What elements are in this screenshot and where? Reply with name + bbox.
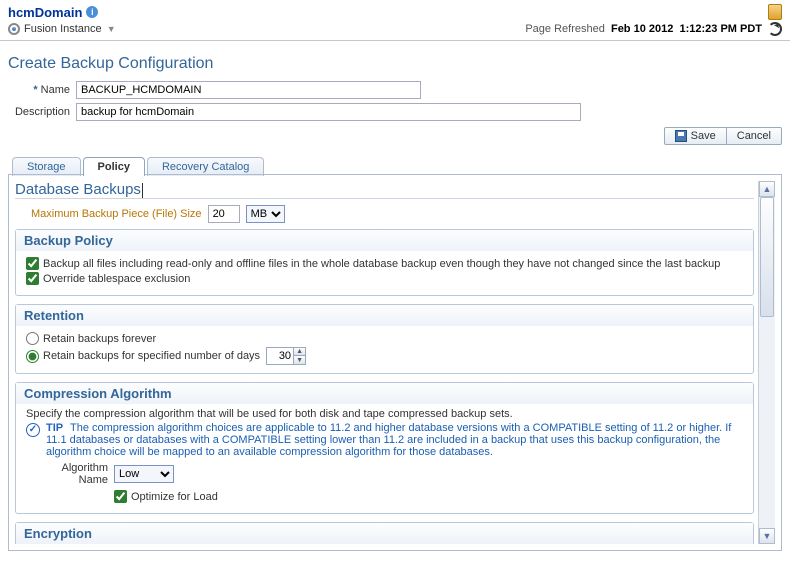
- optimize-load-label: Optimize for Load: [131, 491, 218, 503]
- retain-days-option[interactable]: Retain backups for specified number of d…: [26, 350, 260, 363]
- compression-title: Compression Algorithm: [16, 383, 753, 404]
- backup-all-files-label: Backup all files including read-only and…: [43, 258, 720, 270]
- max-piece-label: Maximum Backup Piece (File) Size: [31, 208, 202, 220]
- refresh-icon[interactable]: [768, 22, 782, 36]
- action-bar: Save Cancel: [8, 127, 782, 145]
- optimize-load-option[interactable]: Optimize for Load: [114, 490, 743, 503]
- retain-forever-label: Retain backups forever: [43, 333, 156, 345]
- save-button-label: Save: [691, 130, 716, 142]
- info-icon[interactable]: i: [86, 6, 98, 18]
- max-piece-input[interactable]: [208, 205, 240, 223]
- algorithm-label: Algorithm Name: [56, 462, 108, 486]
- override-tablespace-label: Override tablespace exclusion: [43, 273, 190, 285]
- retain-forever-radio[interactable]: [26, 332, 39, 345]
- target-type-icon: [8, 23, 20, 35]
- save-icon: [675, 130, 687, 142]
- database-backups-title: Database Backups: [15, 181, 754, 199]
- database-backups-title-text: Database Backups: [15, 181, 141, 198]
- page-refreshed-time: 1:12:23 PM PDT: [679, 23, 762, 35]
- retain-days-label: Retain backups for specified number of d…: [43, 350, 260, 362]
- backup-all-files-option[interactable]: Backup all files including read-only and…: [26, 257, 743, 270]
- tip-icon: ✓: [26, 423, 40, 437]
- page-refreshed-label: Page Refreshed: [525, 23, 605, 35]
- encryption-title: Encryption: [16, 523, 753, 544]
- fusion-instance-label: Fusion Instance: [24, 23, 102, 35]
- scroll-down-icon[interactable]: ▼: [759, 528, 775, 544]
- compression-tip: ✓ TIP The compression algorithm choices …: [26, 422, 743, 458]
- page-refreshed: Page Refreshed Feb 10 2012 1:12:23 PM PD…: [525, 23, 762, 35]
- scroll-thumb[interactable]: [760, 197, 774, 317]
- chevron-down-icon: ▼: [107, 24, 116, 34]
- encryption-section: Encryption Disk Settings Do not encrypt …: [15, 522, 754, 544]
- description-label: Description: [8, 106, 76, 118]
- main-content: Create Backup Configuration Name Descrip…: [0, 41, 790, 552]
- fusion-instance-menu[interactable]: Fusion Instance ▼: [24, 23, 116, 35]
- retain-days-spinner[interactable]: ▲ ▼: [266, 347, 306, 365]
- page-header: hcmDomain i Fusion Instance ▼ Page Refre…: [0, 0, 790, 41]
- domain-title[interactable]: hcmDomain: [8, 5, 82, 20]
- cancel-button[interactable]: Cancel: [726, 127, 782, 145]
- tab-strip: Storage Policy Recovery Catalog: [8, 151, 782, 175]
- name-input[interactable]: [76, 81, 421, 99]
- algorithm-select[interactable]: Low: [114, 465, 174, 483]
- save-button[interactable]: Save: [664, 127, 726, 145]
- max-piece-row: Maximum Backup Piece (File) Size MB: [15, 205, 754, 223]
- backup-policy-section: Backup Policy Backup all files including…: [15, 229, 754, 296]
- tab-policy[interactable]: Policy: [83, 157, 145, 176]
- description-input[interactable]: [76, 103, 581, 121]
- backup-all-files-checkbox[interactable]: [26, 257, 39, 270]
- backup-policy-title: Backup Policy: [16, 230, 753, 251]
- spinner-up-icon[interactable]: ▲: [293, 348, 305, 356]
- vertical-scrollbar[interactable]: ▲ ▼: [758, 181, 775, 544]
- scroll-up-icon[interactable]: ▲: [759, 181, 775, 197]
- algorithm-row: Algorithm Name Low: [56, 462, 743, 486]
- target-status-icon: [768, 4, 782, 20]
- retention-section: Retention Retain backups forever Retain …: [15, 304, 754, 374]
- cancel-button-label: Cancel: [737, 130, 771, 142]
- optimize-load-checkbox[interactable]: [114, 490, 127, 503]
- name-label: Name: [8, 84, 76, 96]
- retain-days-radio[interactable]: [26, 350, 39, 363]
- retain-forever-option[interactable]: Retain backups forever: [26, 332, 743, 345]
- tip-label: TIP: [46, 422, 63, 434]
- override-tablespace-option[interactable]: Override tablespace exclusion: [26, 272, 743, 285]
- compression-section: Compression Algorithm Specify the compre…: [15, 382, 754, 514]
- override-tablespace-checkbox[interactable]: [26, 272, 39, 285]
- retention-title: Retention: [16, 305, 753, 326]
- max-piece-unit-select[interactable]: MB: [246, 205, 285, 223]
- compression-desc: Specify the compression algorithm that w…: [26, 408, 743, 420]
- page-title: Create Backup Configuration: [8, 55, 782, 73]
- retain-days-input[interactable]: [267, 348, 293, 364]
- page-refreshed-date: Feb 10 2012: [611, 23, 673, 35]
- spinner-down-icon[interactable]: ▼: [293, 356, 305, 364]
- tip-text: The compression algorithm choices are ap…: [46, 422, 731, 458]
- tab-policy-pane: Database Backups Maximum Backup Piece (F…: [8, 174, 782, 551]
